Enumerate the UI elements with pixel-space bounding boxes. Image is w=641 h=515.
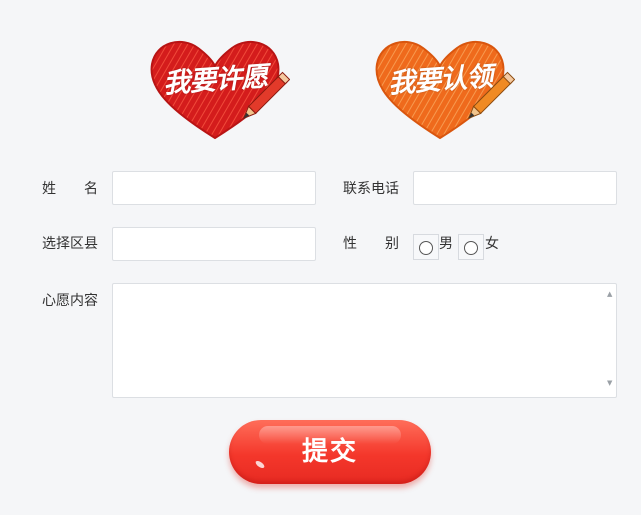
pencil-icon [467, 71, 515, 120]
gender-male-radio[interactable] [413, 234, 439, 260]
submit-button[interactable]: 提交 [229, 420, 431, 484]
district-input[interactable] [112, 227, 316, 261]
gender-female-radio[interactable] [458, 234, 484, 260]
wish-label: 心愿内容 [42, 293, 98, 309]
phone-label: 联系电话 [343, 181, 399, 197]
button-highlight [254, 459, 266, 470]
submit-button-label: 提交 [301, 437, 358, 467]
scroll-down-icon[interactable]: ▼ [607, 379, 615, 387]
tab-claim-wish[interactable]: 我要认领 [365, 30, 515, 150]
gender-female-label: 女 [485, 236, 499, 252]
name-input[interactable] [112, 171, 316, 205]
radio-circle-icon [464, 241, 478, 255]
scroll-up-icon[interactable]: ▲ [607, 290, 615, 298]
pencil-icon [242, 71, 290, 120]
district-label: 选择区县 [42, 236, 98, 252]
wish-textarea[interactable] [112, 283, 617, 398]
phone-input[interactable] [413, 171, 617, 205]
gender-male-label: 男 [439, 236, 453, 252]
radio-circle-icon [419, 241, 433, 255]
gender-label: 性 别 [343, 236, 399, 252]
name-label: 姓 名 [42, 181, 98, 197]
tab-make-wish[interactable]: 我要许愿 [140, 30, 290, 150]
